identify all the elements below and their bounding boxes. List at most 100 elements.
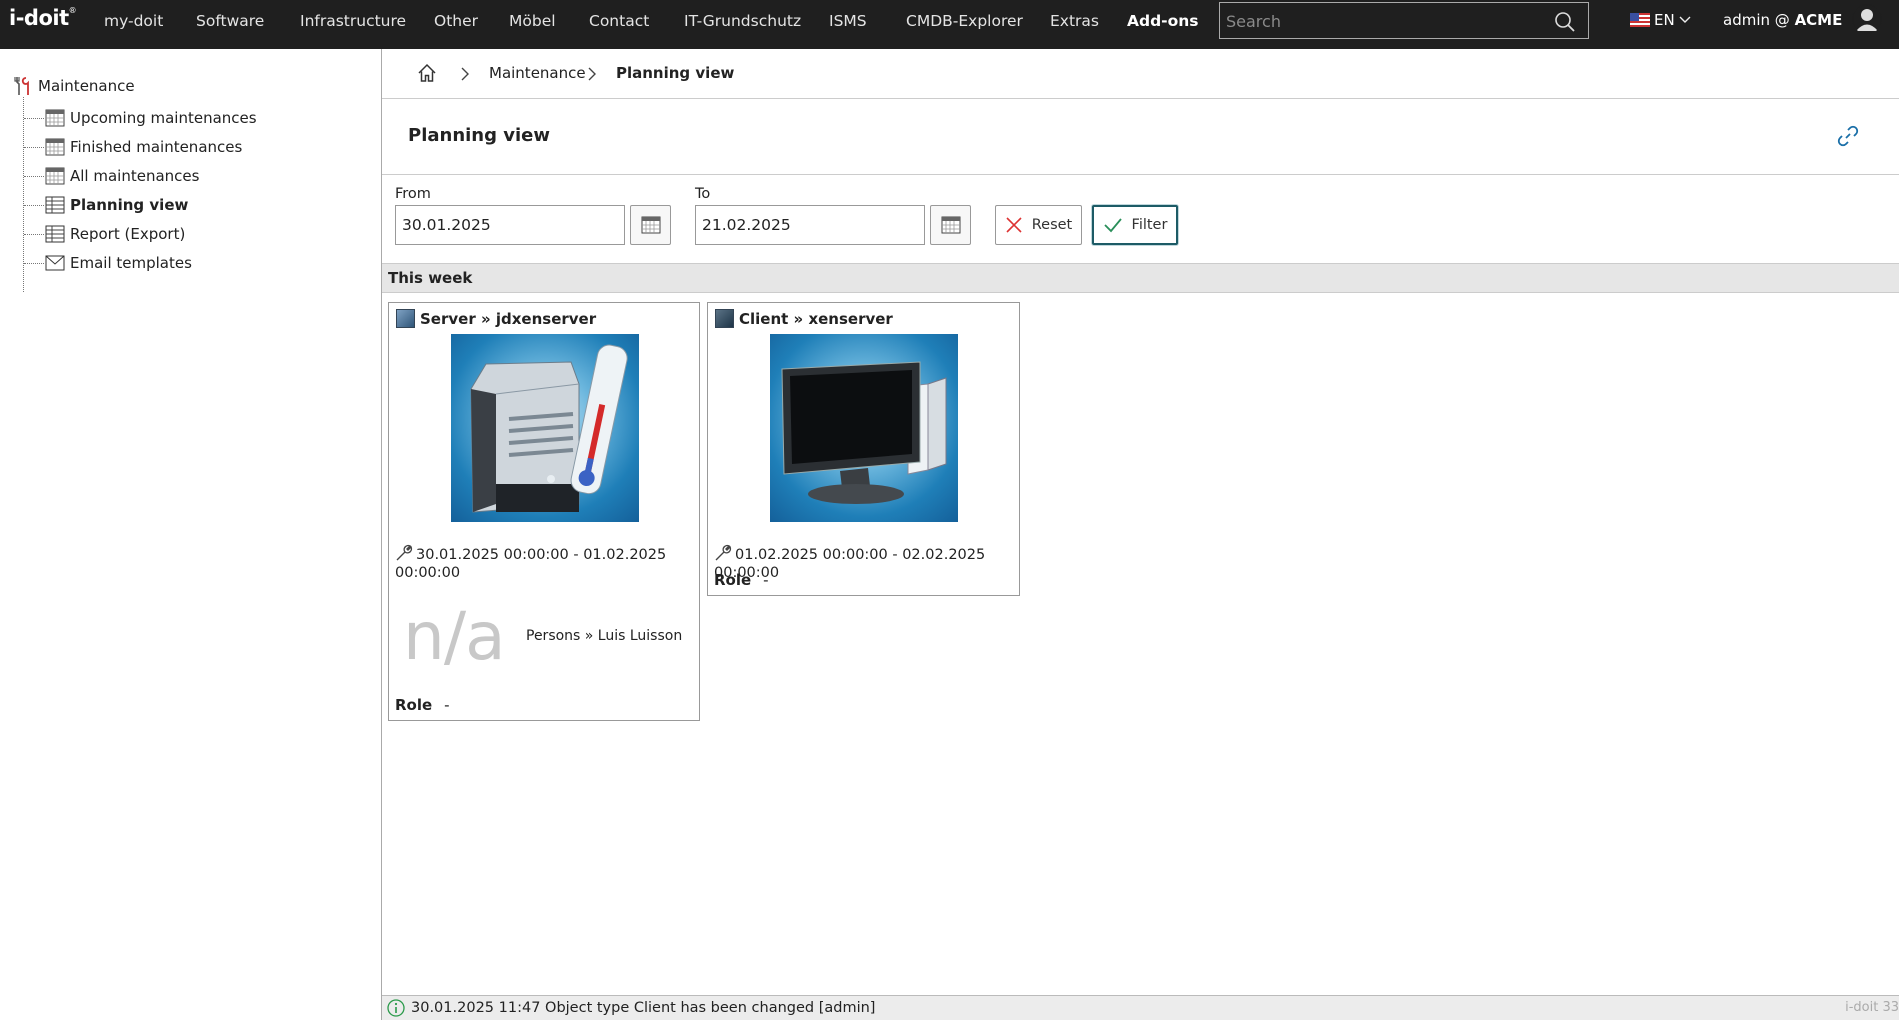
breadcrumb-current: Planning view — [616, 64, 735, 82]
nav-add-ons[interactable]: Add-ons — [1127, 12, 1199, 30]
nav-my-doit[interactable]: my-doit — [104, 12, 163, 30]
chevron-down-icon — [1679, 16, 1691, 23]
sidebar-item-upcoming[interactable]: Upcoming maintenances — [24, 109, 257, 127]
home-icon[interactable] — [417, 63, 437, 83]
role-label: Role — [714, 571, 752, 589]
status-bar: 30.01.2025 11:47 Object type Client has … — [382, 995, 1899, 1020]
sidebar-item-finished[interactable]: Finished maintenances — [24, 138, 242, 156]
search-icon[interactable] — [1554, 11, 1576, 33]
nav-isms[interactable]: ISMS — [829, 12, 867, 30]
breadcrumb: Maintenance Planning view — [382, 49, 1899, 99]
filter-label: Filter — [1131, 217, 1168, 233]
card-title[interactable]: Client » xenserver — [715, 309, 893, 328]
search-input[interactable] — [1226, 10, 1546, 32]
person-image-placeholder: n/a — [403, 598, 506, 675]
to-date-input[interactable] — [695, 205, 925, 245]
checkmark-icon — [1103, 218, 1122, 233]
us-flag-icon — [1630, 13, 1650, 27]
link-icon[interactable] — [1837, 125, 1859, 147]
week-group-header: This week — [382, 263, 1899, 293]
sidebar-root-label: Maintenance — [38, 77, 135, 95]
tenant-name: ACME — [1794, 11, 1843, 29]
nav-m-bel[interactable]: Möbel — [509, 12, 556, 30]
sidebar-item-label: Planning view — [70, 196, 189, 214]
page-title: Planning view — [408, 125, 551, 146]
status-message-text: 30.01.2025 11:47 Object type Client has … — [411, 1000, 876, 1016]
desktop-computer-icon — [781, 361, 947, 504]
server-image — [451, 334, 639, 522]
assigned-person[interactable]: Persons » Luis Luisson — [526, 628, 682, 644]
info-icon — [387, 999, 405, 1017]
role-value: - — [444, 696, 450, 714]
client-object-icon — [715, 309, 734, 328]
nav-other[interactable]: Other — [434, 12, 478, 30]
nav-contact[interactable]: Contact — [589, 12, 649, 30]
sidebar-item-label: Report (Export) — [70, 225, 186, 243]
sidebar-item-email-templates[interactable]: Email templates — [24, 254, 192, 272]
maintenance-card-server[interactable]: Server » jdxenserver 30.01.2025 00:00:00… — [388, 302, 700, 721]
client-image — [770, 334, 958, 522]
status-message: 30.01.2025 11:47 Object type Client has … — [387, 999, 875, 1017]
week-label: This week — [388, 269, 473, 287]
sidebar-item-label: Email templates — [70, 254, 192, 272]
user-menu[interactable]: admin @ ACME — [1723, 11, 1842, 29]
card-title-text: Server » jdxenserver — [420, 309, 597, 328]
calendar-icon — [45, 167, 65, 185]
to-label: To — [695, 186, 711, 202]
nav-cmdb-explorer[interactable]: CMDB-Explorer — [906, 12, 1023, 30]
sidebar: Maintenance Upcoming maintenances Finish… — [0, 49, 382, 1020]
sidebar-root-maintenance[interactable]: Maintenance — [14, 76, 135, 96]
i-doit-logo[interactable]: i-doit® — [9, 6, 77, 32]
card-title-text: Client » xenserver — [739, 309, 893, 328]
envelope-icon — [45, 255, 65, 271]
sidebar-item-all[interactable]: All maintenances — [24, 167, 199, 185]
calendar-icon — [45, 138, 65, 156]
version-label: i-doit 33 — [1845, 1000, 1899, 1015]
main-content: Maintenance Planning view Planning view … — [382, 49, 1899, 1020]
nav-software[interactable]: Software — [196, 12, 264, 30]
wrench-icon — [715, 544, 732, 561]
chevron-right-icon — [588, 67, 596, 81]
breadcrumb-maintenance[interactable]: Maintenance — [489, 64, 586, 82]
user-separator: @ — [1774, 11, 1790, 29]
calendar-icon — [45, 109, 65, 127]
maintenance-card-client[interactable]: Client » xenserver 01.02.2025 00:00:00 -… — [707, 302, 1020, 596]
from-label: From — [395, 186, 431, 202]
nav-infrastructure[interactable]: Infrastructure — [300, 12, 406, 30]
table-icon — [45, 225, 65, 243]
chevron-right-icon — [461, 67, 469, 81]
from-date-input[interactable] — [395, 205, 625, 245]
to-calendar-button[interactable] — [930, 205, 971, 245]
user-name: admin — [1723, 11, 1770, 29]
sidebar-item-report-export[interactable]: Report (Export) — [24, 225, 185, 243]
sidebar-item-label: Upcoming maintenances — [70, 109, 257, 127]
tools-icon — [14, 77, 29, 95]
card-date-text: 30.01.2025 00:00:00 - 01.02.2025 00:00:0… — [395, 547, 667, 581]
table-icon — [45, 196, 65, 214]
calendar-icon — [941, 216, 960, 234]
top-navigation-bar: i-doit® my-doit Software Infrastructure Oth… — [0, 0, 1899, 49]
avatar-icon[interactable] — [1852, 4, 1882, 34]
server-object-icon — [396, 309, 415, 328]
card-title[interactable]: Server » jdxenserver — [396, 309, 596, 328]
nav-it-grundschutz[interactable]: IT-Grundschutz — [684, 12, 801, 30]
card-role: Role - — [395, 696, 450, 714]
filter-button[interactable]: Filter — [1092, 205, 1178, 245]
reset-label: Reset — [1031, 217, 1073, 233]
sidebar-item-planning-view[interactable]: Planning view — [24, 196, 188, 214]
sidebar-item-label: All maintenances — [70, 167, 200, 185]
language-selector[interactable]: EN — [1630, 11, 1691, 29]
role-value: - — [763, 571, 769, 589]
sidebar-item-label: Finished maintenances — [70, 138, 243, 156]
close-icon — [1006, 217, 1022, 233]
role-label: Role — [395, 696, 433, 714]
calendar-icon — [641, 216, 660, 234]
card-role: Role - — [714, 571, 769, 589]
page-header: Planning view — [382, 99, 1899, 175]
search-box — [1219, 2, 1589, 39]
from-calendar-button[interactable] — [630, 205, 671, 245]
server-thermometer-icon — [470, 344, 628, 513]
card-date-range: 30.01.2025 00:00:00 - 01.02.2025 00:00:0… — [395, 544, 685, 582]
reset-button[interactable]: Reset — [995, 205, 1082, 245]
nav-extras[interactable]: Extras — [1050, 12, 1099, 30]
